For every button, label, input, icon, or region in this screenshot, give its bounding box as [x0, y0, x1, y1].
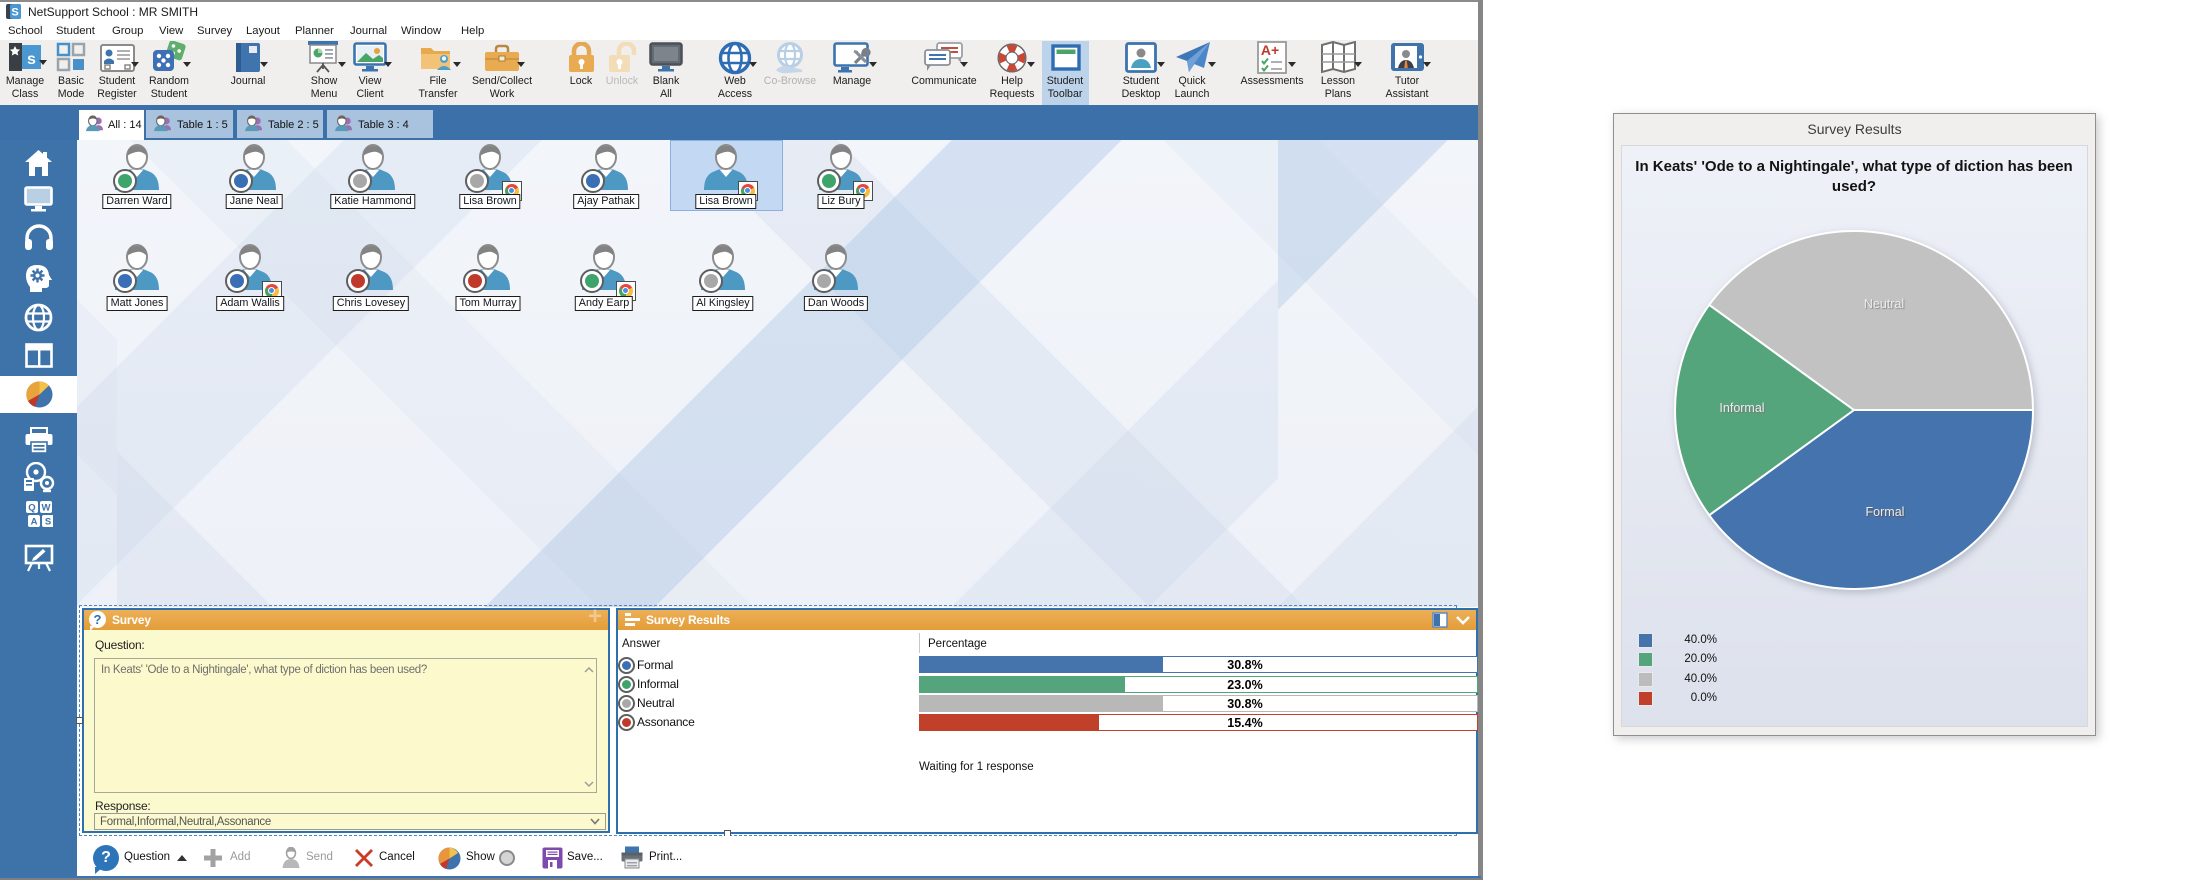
- svg-text:Formal: Formal: [1866, 505, 1905, 519]
- svg-text:A+: A+: [1261, 42, 1279, 58]
- svg-text:S: S: [45, 517, 51, 528]
- svg-text:Q: Q: [28, 503, 35, 514]
- svg-text:S: S: [11, 7, 18, 19]
- svg-text:A: A: [31, 517, 38, 528]
- svg-text:Informal: Informal: [1719, 401, 1764, 415]
- svg-text:Neutral: Neutral: [1864, 297, 1904, 311]
- svg-text:s: s: [27, 51, 36, 68]
- svg-text:W: W: [42, 503, 51, 514]
